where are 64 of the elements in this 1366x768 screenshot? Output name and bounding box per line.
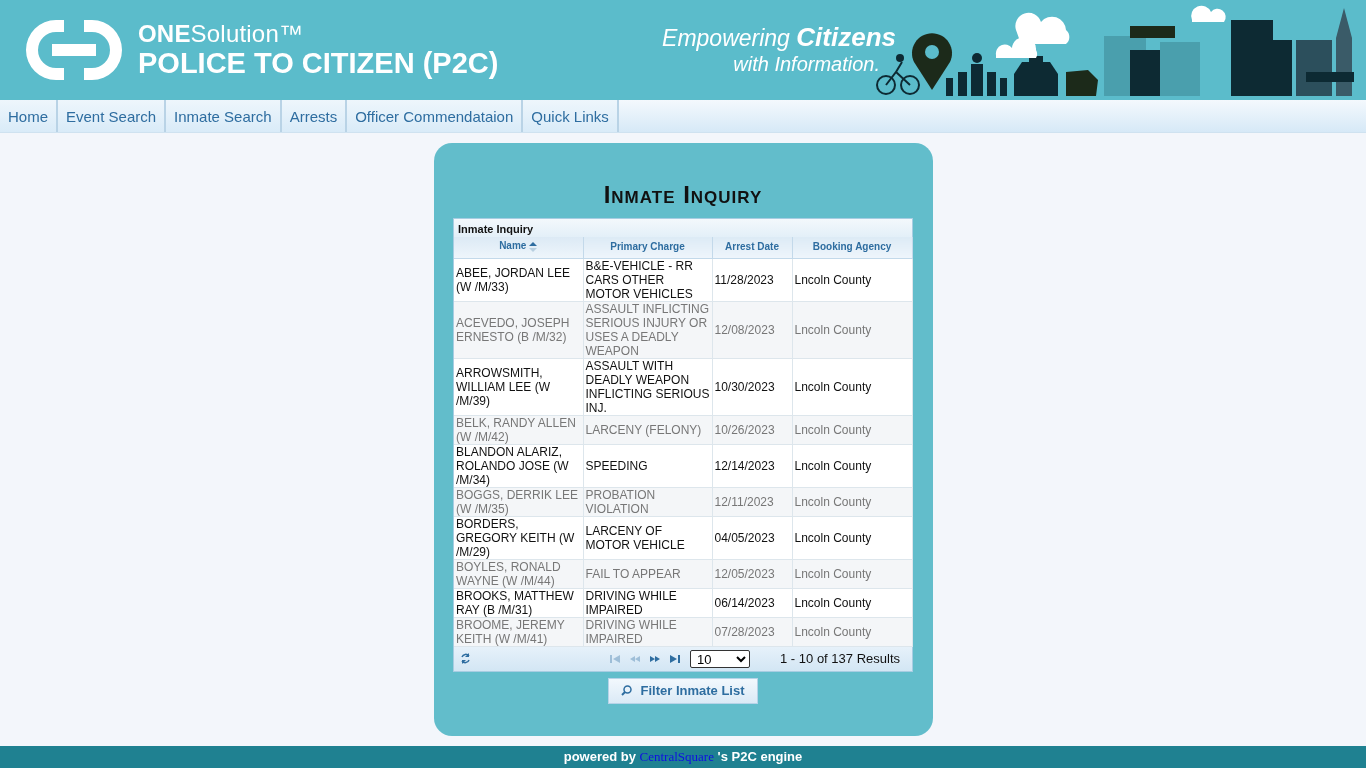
name-cell: ABEE, JORDAN LEE (W /M/33): [454, 258, 583, 302]
column-header[interactable]: Name: [454, 237, 583, 259]
name-cell: BELK, RANDY ALLEN (W /M/42): [454, 415, 583, 445]
agency-cell: Lncoln County: [792, 444, 912, 488]
date-cell: 04/05/2023: [712, 516, 792, 560]
footer-text: powered by CentralSquare 's P2C engine: [563, 749, 803, 766]
agency-cell: Lncoln County: [792, 617, 912, 647]
name-cell: BOGGS, DERRIK LEE (W /M/35): [454, 487, 583, 517]
date-cell: 11/28/2023: [712, 258, 792, 302]
page-title: Inmate Inquiry: [603, 181, 763, 210]
date-cell: 12/11/2023: [712, 487, 792, 517]
results-summary: 1 - 10 of 137 Results: [780, 651, 900, 667]
grid-caption: Inmate Inquiry: [454, 219, 912, 238]
name-cell: BORDERS, GREGORY KEITH (W /M/29): [454, 516, 583, 560]
nav-link[interactable]: Officer Commendataion: [347, 100, 524, 133]
date-cell: 06/14/2023: [712, 588, 792, 618]
charge-cell: PROBATION VIOLATION: [583, 487, 712, 517]
agency-cell: Lncoln County: [792, 415, 912, 445]
charge-cell: LARCENY (FELONY): [583, 415, 712, 445]
brand-name: ONESolution™: [138, 21, 305, 47]
name-cell: BROOKS, MATTHEW RAY (B /M/31): [454, 588, 583, 618]
date-cell: 10/30/2023: [712, 358, 792, 416]
charge-cell: ASSAULT INFLICTING SERIOUS INJURY OR USES A DEADLY WEAPON: [583, 301, 712, 359]
agency-cell: Lncoln County: [792, 301, 912, 359]
next-page-icon[interactable]: [650, 654, 661, 663]
date-cell: 07/28/2023: [712, 617, 792, 647]
name-cell: BROOME, JEREMY KEITH (W /M/41): [454, 617, 583, 647]
name-cell: BOYLES, RONALD WAYNE (W /M/44): [454, 559, 583, 589]
last-page-icon[interactable]: [670, 654, 681, 663]
date-cell: 12/14/2023: [712, 444, 792, 488]
agency-cell: Lncoln County: [792, 588, 912, 618]
nav-link[interactable]: Quick Links: [523, 100, 619, 133]
charge-cell: FAIL TO APPEAR: [583, 559, 712, 589]
nav-link[interactable]: Inmate Search: [166, 100, 282, 133]
name-cell: BLANDON ALARIZ, ROLANDO JOSE (W /M/34): [454, 444, 583, 488]
column-header[interactable]: Primary Charge: [583, 237, 712, 259]
date-cell: 10/26/2023: [712, 415, 792, 445]
charge-cell: LARCENY OF MOTOR VEHICLE: [583, 516, 712, 560]
refresh-icon[interactable]: [460, 653, 471, 665]
filter-button[interactable]: Filter Inmate List: [608, 677, 758, 704]
column-header[interactable]: Booking Agency: [792, 237, 912, 259]
charge-cell: B&E-VEHICLE - RR CARS OTHER MOTOR VEHICLES: [583, 258, 712, 302]
name-cell: ACEVEDO, JOSEPH ERNESTO (B /M/32): [454, 301, 583, 359]
page-size-select[interactable]: 10: [690, 649, 751, 668]
agency-cell: Lncoln County: [792, 516, 912, 560]
nav-link[interactable]: Event Search: [58, 100, 167, 133]
nav-link[interactable]: Arrests: [281, 100, 348, 133]
charge-cell: SPEEDING: [583, 444, 712, 488]
product-name: POLICE TO CITIZEN (P2C): [138, 47, 499, 79]
charge-cell: DRIVING WHILE IMPAIRED: [583, 617, 712, 647]
date-cell: 12/05/2023: [712, 559, 792, 589]
agency-cell: Lncoln County: [792, 487, 912, 517]
tagline: Empowering Citizens: [662, 23, 896, 51]
tagline: with Information.: [733, 51, 880, 77]
agency-cell: Lncoln County: [792, 258, 912, 302]
nav-link[interactable]: Home: [0, 100, 58, 133]
charge-cell: DRIVING WHILE IMPAIRED: [583, 588, 712, 618]
search-icon: [621, 685, 633, 697]
agency-cell: Lncoln County: [792, 358, 912, 416]
name-cell: ARROWSMITH, WILLIAM LEE (W /M/39): [454, 358, 583, 416]
agency-cell: Lncoln County: [792, 559, 912, 589]
column-header[interactable]: Arrest Date: [712, 237, 792, 259]
charge-cell: ASSAULT WITH DEADLY WEAPON INFLICTING SERIOUS INJ.: [583, 358, 712, 416]
date-cell: 12/08/2023: [712, 301, 792, 359]
